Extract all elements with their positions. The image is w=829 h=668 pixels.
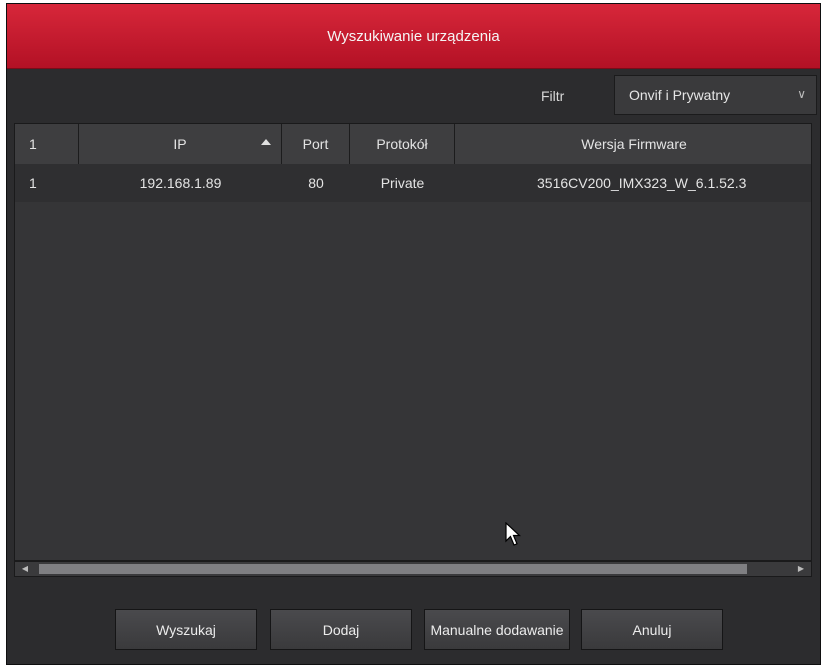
cell-firmware: 3516CV200_IMX323_W_6.1.52.3: [537, 175, 747, 191]
cell-protocol: Private: [380, 175, 425, 191]
scrollbar-thumb[interactable]: [39, 564, 747, 574]
scroll-left-icon[interactable]: ◀: [19, 564, 31, 574]
dialog-title: Wyszukiwanie urządzenia: [327, 27, 500, 45]
column-header-protocol[interactable]: Protokół: [350, 124, 455, 164]
cell-ip: 192.168.1.89: [139, 175, 222, 191]
column-header-ip-label: IP: [173, 136, 187, 152]
chevron-down-icon: ∨: [797, 87, 806, 101]
column-header-firmware[interactable]: Wersja Firmware: [455, 124, 811, 164]
scroll-right-icon[interactable]: ▶: [795, 564, 807, 574]
mouse-pointer-icon: [505, 522, 522, 546]
cancel-button[interactable]: Anuluj: [581, 609, 723, 650]
table-row[interactable]: 1 192.168.1.89 80 Private 3516CV200_IMX3…: [15, 164, 811, 202]
manual-add-button[interactable]: Manualne dodawanie: [424, 609, 570, 650]
device-table: 1 IP Port Protokół Wersja Firmware 1 192…: [14, 123, 812, 561]
filter-select[interactable]: Onvif i Prywatny ∨: [614, 75, 817, 115]
search-button[interactable]: Wyszukaj: [115, 609, 257, 650]
cell-port: 80: [308, 175, 324, 191]
sort-ascending-icon: [261, 139, 271, 145]
filter-selected-value: Onvif i Prywatny: [629, 87, 731, 103]
cell-number: 1: [29, 175, 37, 191]
table-header: 1 IP Port Protokół Wersja Firmware: [15, 124, 811, 165]
dialog-title-bar: Wyszukiwanie urządzenia: [7, 4, 820, 69]
add-button[interactable]: Dodaj: [270, 609, 412, 650]
column-header-ip[interactable]: IP: [79, 124, 282, 164]
filter-label: Filtr: [541, 88, 565, 104]
column-header-port[interactable]: Port: [282, 124, 350, 164]
column-header-number[interactable]: 1: [15, 124, 79, 164]
horizontal-scrollbar[interactable]: ◀ ▶: [14, 561, 812, 577]
